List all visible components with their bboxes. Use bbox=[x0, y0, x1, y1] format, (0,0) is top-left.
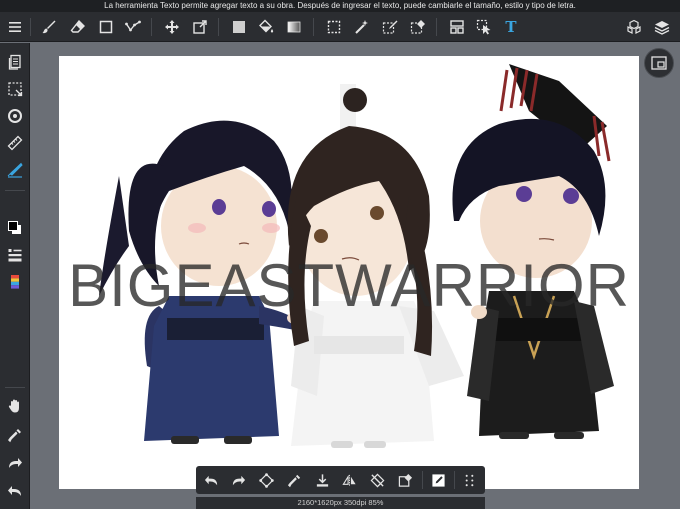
move-icon[interactable] bbox=[160, 15, 184, 39]
more-icon[interactable] bbox=[458, 469, 480, 491]
selection-icon[interactable] bbox=[3, 77, 27, 101]
color-icon[interactable] bbox=[3, 216, 27, 240]
redo-icon[interactable] bbox=[227, 469, 249, 491]
eyedropper-icon[interactable] bbox=[3, 423, 27, 447]
flip-icon[interactable] bbox=[338, 469, 360, 491]
rectangle-icon[interactable] bbox=[94, 15, 118, 39]
tool-hint: La herramienta Texto permite agregar tex… bbox=[0, 0, 680, 12]
save-icon[interactable] bbox=[311, 469, 333, 491]
redo-icon[interactable] bbox=[3, 451, 27, 475]
transform-icon[interactable] bbox=[188, 15, 212, 39]
rotate-lock-icon[interactable] bbox=[366, 469, 388, 491]
ruler-icon[interactable] bbox=[3, 131, 27, 155]
magic-wand-icon[interactable] bbox=[350, 15, 374, 39]
line-icon[interactable] bbox=[121, 15, 145, 39]
clear-icon[interactable] bbox=[394, 469, 416, 491]
left-panel bbox=[0, 43, 30, 509]
rotate-icon[interactable] bbox=[3, 104, 27, 128]
undo-icon[interactable] bbox=[3, 479, 27, 503]
brush-size-icon[interactable] bbox=[3, 243, 27, 267]
navigator-icon bbox=[651, 56, 667, 70]
top-toolbar: T bbox=[0, 12, 680, 42]
app-window: La herramienta Texto permite agregar tex… bbox=[0, 0, 680, 509]
transform-icon[interactable] bbox=[255, 469, 277, 491]
undo-icon[interactable] bbox=[200, 469, 222, 491]
select-eraser-icon[interactable] bbox=[406, 15, 430, 39]
materials-icon[interactable] bbox=[622, 15, 646, 39]
layers-icon[interactable] bbox=[650, 15, 674, 39]
document-info: 2160*1620px 350dpi 85% bbox=[196, 497, 485, 509]
menu-icon[interactable] bbox=[3, 15, 27, 39]
select-pen-icon[interactable] bbox=[378, 15, 402, 39]
bucket-icon[interactable] bbox=[254, 15, 278, 39]
palette-icon[interactable] bbox=[3, 270, 27, 294]
eraser-icon[interactable] bbox=[66, 15, 90, 39]
snap-icon[interactable] bbox=[3, 158, 27, 182]
panel-icon[interactable] bbox=[445, 15, 469, 39]
navigator-button[interactable] bbox=[644, 48, 674, 78]
fill-icon[interactable] bbox=[427, 469, 449, 491]
text-icon[interactable]: T bbox=[499, 15, 523, 39]
brush-icon[interactable] bbox=[37, 15, 61, 39]
pages-icon[interactable] bbox=[3, 50, 27, 74]
hand-icon[interactable] bbox=[3, 394, 27, 418]
select-rect-icon[interactable] bbox=[322, 15, 346, 39]
watermark-text: BIGEASTWARRIOR bbox=[68, 252, 630, 319]
select-move-icon[interactable] bbox=[472, 15, 496, 39]
eyedropper-icon[interactable] bbox=[283, 469, 305, 491]
fill-color-icon[interactable] bbox=[227, 15, 251, 39]
gradient-icon[interactable] bbox=[282, 15, 306, 39]
bottom-toolbar bbox=[196, 466, 485, 494]
drawing-canvas[interactable]: BIGEASTWARRIOR bbox=[59, 56, 639, 489]
